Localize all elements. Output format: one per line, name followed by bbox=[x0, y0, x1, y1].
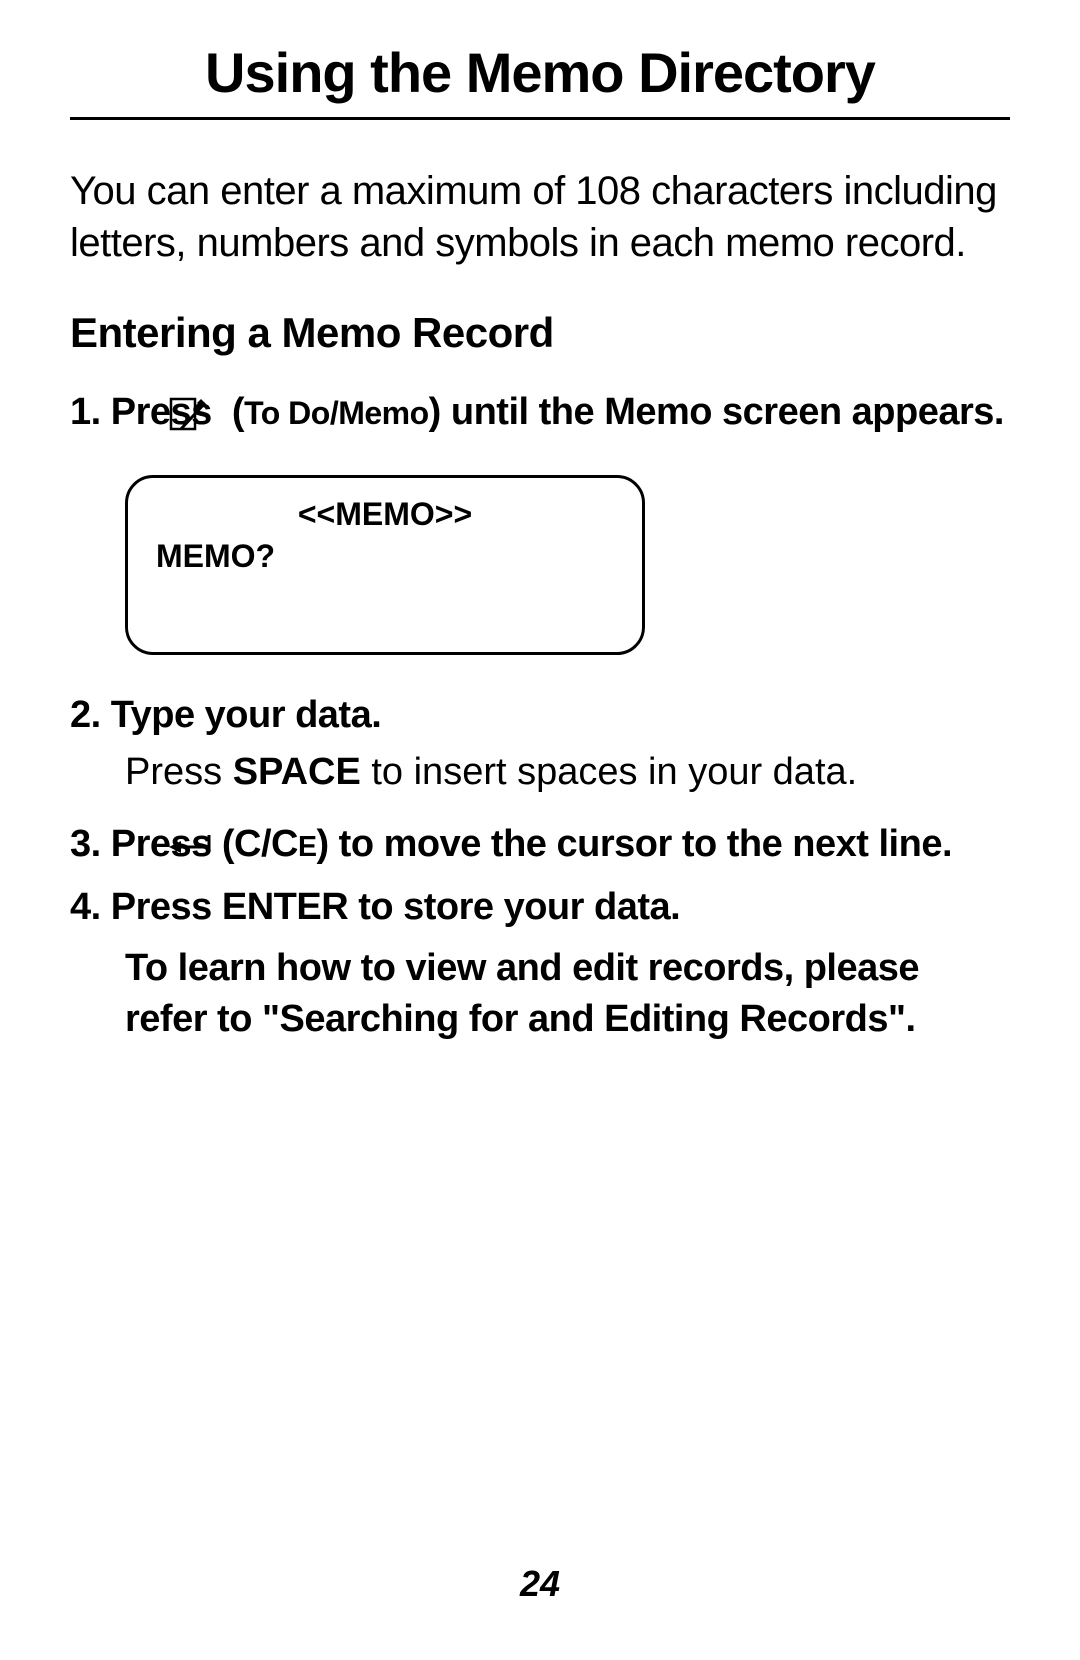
cce-e: E bbox=[298, 831, 317, 863]
lcd-screen-box: <<MEMO>> MEMO? bbox=[125, 475, 645, 655]
page-number: 24 bbox=[0, 1563, 1080, 1605]
step-4: 4. Press ENTER to store your data. bbox=[70, 882, 1010, 933]
step1-suffix: ) until the Memo screen appears. bbox=[429, 391, 1004, 433]
closing-note: To learn how to view and edit records, p… bbox=[70, 943, 1010, 1046]
step-3: 3. Press (C/CE) to move the cursor to th… bbox=[70, 819, 1010, 872]
section-title: Entering a Memo Record bbox=[70, 309, 1010, 357]
todo-memo-label: To Do/Memo bbox=[244, 395, 429, 431]
screen-header: <<MEMO>> bbox=[156, 496, 614, 533]
screen-prompt: MEMO? bbox=[156, 538, 614, 575]
cce-suffix: ) bbox=[316, 823, 328, 865]
page-title: Using the Memo Directory bbox=[70, 40, 1010, 120]
step-2-sub: Press SPACE to insert spaces in your dat… bbox=[70, 751, 1010, 794]
step2sub-suffix: to insert spaces in your data. bbox=[361, 751, 857, 793]
step-2: 2. Type your data. bbox=[70, 690, 1010, 741]
step-1: 1. Press (To Do/Memo) until the Memo scr… bbox=[70, 387, 1010, 440]
space-key-label: SPACE bbox=[233, 751, 361, 793]
step1-paren-open: ( bbox=[222, 391, 244, 433]
step3-suffix: to move the cursor to the next line. bbox=[329, 823, 952, 865]
step2sub-prefix: Press bbox=[125, 751, 233, 793]
intro-text: You can enter a maximum of 108 character… bbox=[70, 165, 1010, 269]
cce-prefix: (C/C bbox=[222, 823, 298, 865]
